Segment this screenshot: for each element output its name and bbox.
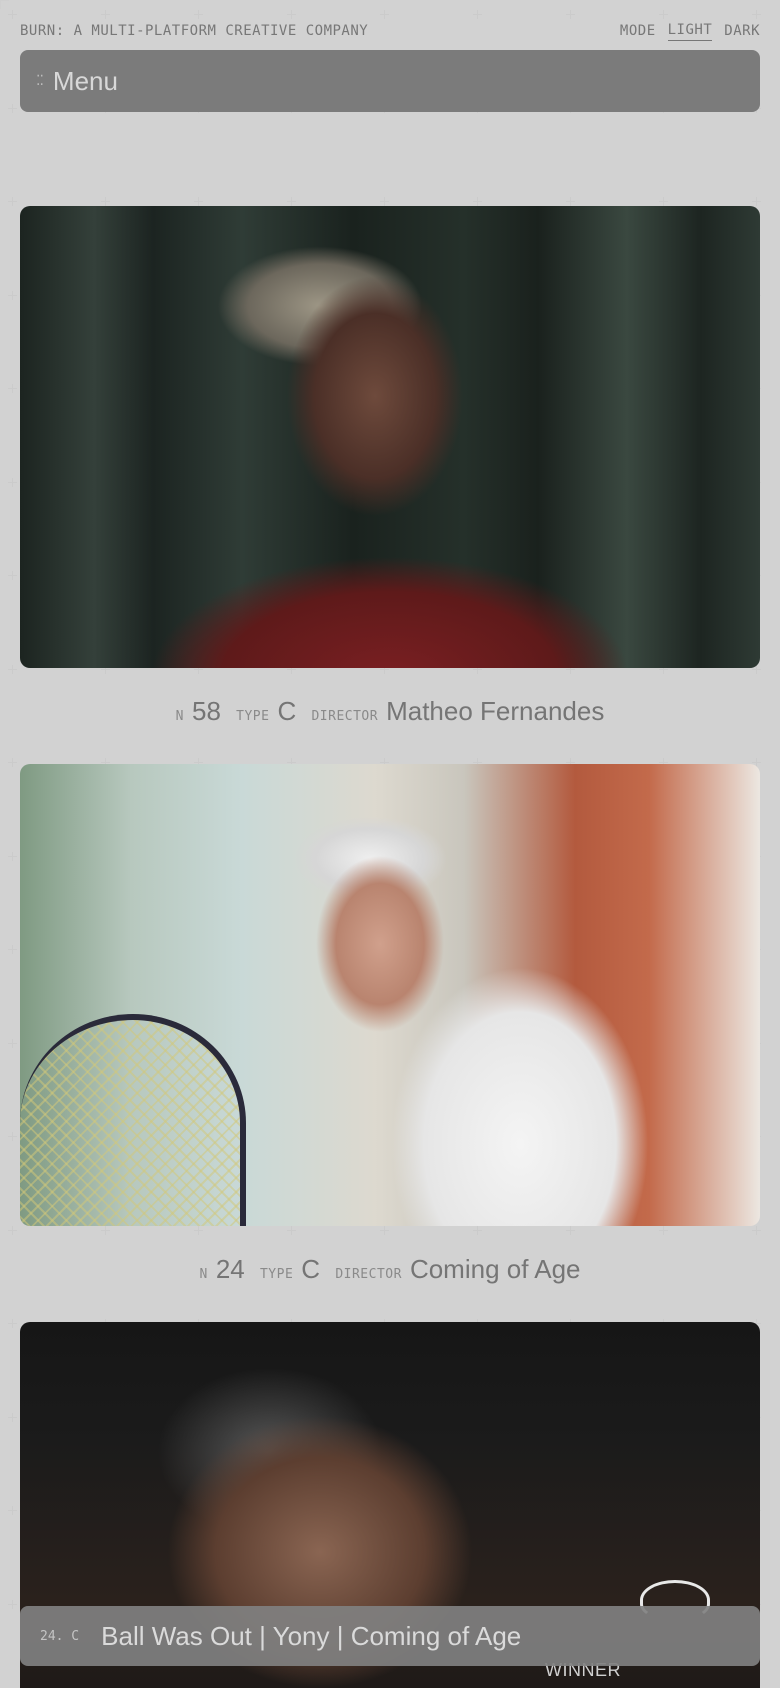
- grid-plus-marker: [101, 1225, 110, 1235]
- project-type: C: [277, 696, 297, 726]
- mode-switcher: MODE LIGHT DARK: [620, 22, 760, 41]
- project-number: 24: [215, 1254, 245, 1284]
- grid-plus-marker: [566, 10, 575, 19]
- grid-plus-marker: [659, 10, 668, 19]
- director-label: DIRECTOR: [311, 709, 379, 724]
- grid-plus-marker: [8, 10, 17, 19]
- project-director[interactable]: Matheo Fernandes: [386, 696, 604, 726]
- grid-plus-marker: [8, 290, 17, 300]
- grid-plus-marker: [101, 10, 110, 19]
- menu-label: Menu: [52, 65, 118, 96]
- now-playing-title: Ball Was Out | Yony | Coming of Age: [101, 1620, 522, 1651]
- project-director[interactable]: Coming of Age: [410, 1254, 581, 1284]
- grid-plus-marker: [8, 1412, 17, 1422]
- grid-plus-marker: [566, 197, 575, 206]
- project-type: C: [301, 1254, 321, 1284]
- project-credits-58: N 58 TYPE C DIRECTOR Matheo Fernandes: [0, 696, 780, 727]
- number-label: N: [175, 709, 184, 724]
- grid-plus-marker: [8, 1599, 17, 1609]
- grid-plus-marker: [287, 10, 296, 19]
- grid-plus-marker: [8, 103, 17, 113]
- grid-plus-marker: [8, 197, 17, 206]
- site-title[interactable]: BURN: A MULTI-PLATFORM CREATIVE COMPANY: [20, 23, 368, 39]
- grid-plus-marker: [8, 758, 17, 767]
- grip-dots-icon: ⁚⁚: [36, 73, 44, 89]
- grid-plus-marker: [8, 851, 17, 861]
- grid-plus-marker: [752, 1225, 761, 1235]
- grid-plus-marker: [194, 1225, 203, 1235]
- grid-plus-marker: [8, 477, 17, 487]
- grid-plus-marker: [566, 1225, 575, 1235]
- grid-plus-marker: [194, 10, 203, 19]
- grid-plus-marker: [8, 1038, 17, 1048]
- grid-plus-marker: [659, 1225, 668, 1235]
- type-label: TYPE: [259, 1267, 294, 1282]
- grid-plus-marker: [473, 1225, 482, 1235]
- project-credits-24: N 24 TYPE C DIRECTOR Coming of Age: [0, 1254, 780, 1285]
- grid-plus-marker: [8, 384, 17, 393]
- menu-button[interactable]: ⁚⁚ Menu: [20, 50, 760, 112]
- grid-plus-marker: [8, 1132, 17, 1141]
- grid-plus-marker: [659, 197, 668, 206]
- director-label: DIRECTOR: [335, 1267, 402, 1282]
- number-label: N: [199, 1267, 208, 1282]
- project-number: 58: [191, 696, 221, 726]
- grid-plus-marker: [752, 10, 761, 19]
- now-playing-bar[interactable]: 24. C Ball Was Out | Yony | Coming of Ag…: [20, 1606, 760, 1666]
- grid-plus-marker: [287, 197, 296, 206]
- grid-plus-marker: [473, 197, 482, 206]
- grid-plus-marker: [8, 1319, 17, 1328]
- top-bar: BURN: A MULTI-PLATFORM CREATIVE COMPANY …: [20, 20, 760, 42]
- grid-plus-marker: [8, 571, 17, 580]
- grid-plus-marker: [380, 1225, 389, 1235]
- grid-plus-marker: [8, 1506, 17, 1515]
- mode-label: MODE: [619, 23, 656, 39]
- grid-plus-marker: [8, 945, 17, 954]
- project-thumbnail-58[interactable]: [20, 206, 760, 668]
- grid-plus-marker: [380, 10, 389, 19]
- mode-dark-toggle[interactable]: DARK: [724, 23, 760, 39]
- mode-light-toggle[interactable]: LIGHT: [667, 22, 713, 41]
- grid-plus-marker: [8, 664, 17, 674]
- grid-plus-marker: [752, 197, 761, 206]
- grid-plus-marker: [473, 10, 482, 19]
- now-playing-code: 24. C: [40, 1628, 80, 1644]
- grid-plus-marker: [380, 197, 389, 206]
- grid-plus-marker: [8, 1225, 17, 1235]
- project-thumbnail-24[interactable]: [20, 764, 760, 1226]
- grid-plus-marker: [101, 197, 110, 206]
- grid-plus-marker: [194, 197, 203, 206]
- grid-plus-marker: [287, 1225, 296, 1235]
- type-label: TYPE: [236, 709, 270, 724]
